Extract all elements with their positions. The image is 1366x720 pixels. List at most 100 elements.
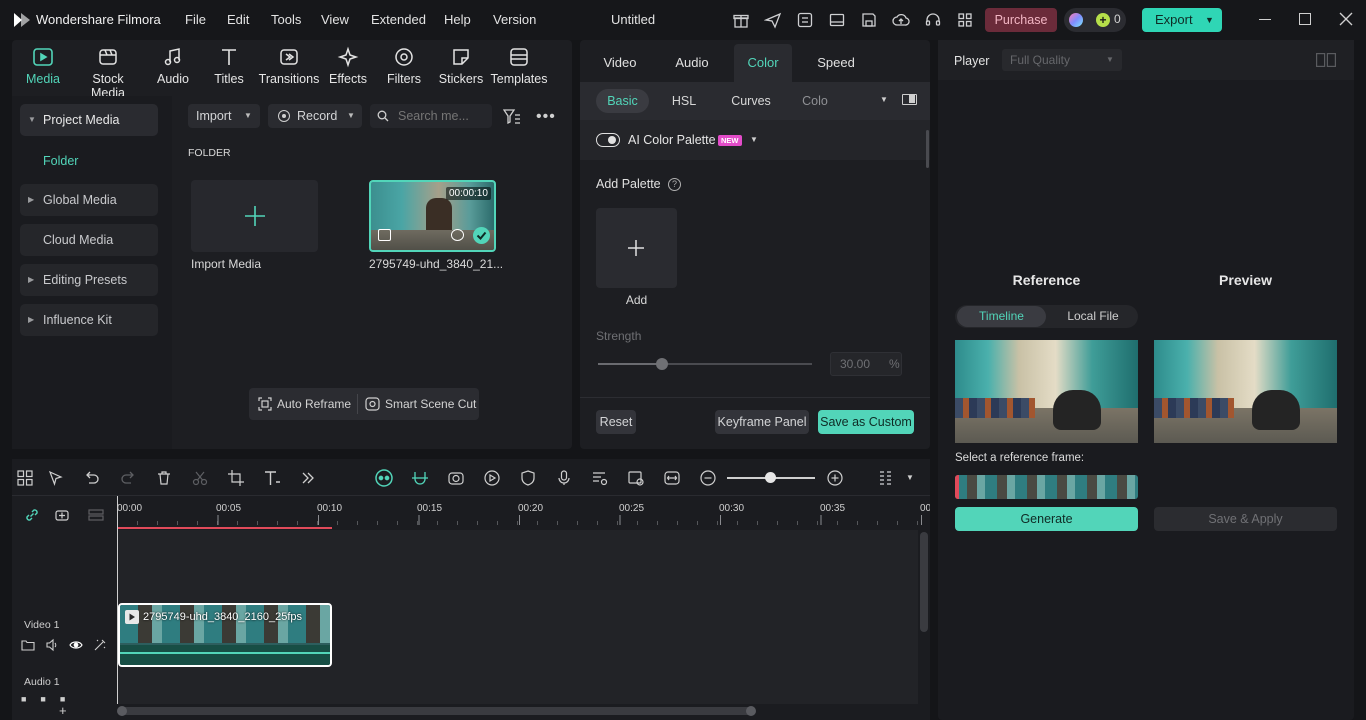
tab-effects[interactable]: Effects [317,46,379,86]
frame-strip-marker[interactable] [955,475,959,499]
sidebar-item-global-media[interactable]: ▶ Global Media [20,184,158,216]
media-clip-thumbnail[interactable]: 00:00:10 [369,180,496,252]
save-and-apply-button[interactable]: Save & Apply [1154,507,1337,531]
tab-timeline[interactable]: Timeline [957,306,1046,327]
keyframe-panel-button[interactable]: Keyframe Panel [715,410,809,434]
tab-audio[interactable]: Audio [142,46,204,86]
more-options-icon[interactable]: ••• [536,108,556,126]
import-dropdown[interactable]: Import ▼ [188,104,260,128]
tab-filters[interactable]: Filters [373,46,435,86]
timeline-view-icon[interactable] [877,469,895,487]
tab-stock-media[interactable]: Stock Media [77,46,139,100]
apps-grid-icon[interactable] [956,11,974,29]
menu-edit[interactable]: Edit [227,0,249,40]
reference-frame-strip[interactable] [955,475,1138,499]
tab-video[interactable]: Video [597,55,643,71]
link-icon[interactable] [24,507,38,521]
vertical-scrollbar[interactable] [918,530,930,704]
fit-timeline-icon[interactable] [663,469,681,487]
tab-titles[interactable]: Titles [198,46,260,86]
close-icon[interactable] [1338,11,1354,27]
add-track-plus-icon[interactable]: + [59,703,67,718]
cloud-upload-icon[interactable] [892,11,910,29]
smart-scene-cut-button[interactable]: Smart Scene Cut [365,395,476,413]
zoom-in-icon[interactable] [826,469,844,487]
split-view-icon[interactable] [902,94,917,105]
speed-icon[interactable] [483,469,501,487]
subtab-curves[interactable]: Curves [726,91,776,111]
tab-transitions[interactable]: Transitions [258,46,320,86]
vertical-scrollbar-thumb[interactable] [920,532,928,632]
dropdown-arrow-icon[interactable]: ▼ [750,135,758,144]
track-manager-icon[interactable] [88,507,104,521]
tab-templates[interactable]: Templates [488,46,550,86]
save-as-custom-button[interactable]: Save as Custom [818,410,914,434]
layout-grid-icon[interactable] [16,469,34,487]
search-input[interactable] [398,107,486,125]
strength-value-field[interactable]: 30.00 % [830,352,902,376]
send-icon[interactable] [764,11,782,29]
import-media-tile[interactable] [191,180,318,252]
menu-extended[interactable]: Extended [371,0,426,40]
generate-button[interactable]: Generate [955,507,1138,531]
menu-help[interactable]: Help [444,0,471,40]
add-track-icon[interactable] [55,507,69,521]
microphone-icon[interactable] [555,469,573,487]
tab-stickers[interactable]: Stickers [430,46,492,86]
checklist-icon[interactable] [796,11,814,29]
audio-mix-icon[interactable] [591,469,609,487]
support-headset-icon[interactable] [924,11,942,29]
keyframe-camera-icon[interactable] [447,469,465,487]
magnet-snap-icon[interactable] [411,469,429,487]
folder-lock-icon[interactable] [21,638,35,652]
reset-button[interactable]: Reset [596,410,636,434]
redo-icon[interactable] [119,469,137,487]
zoom-slider[interactable] [727,472,815,484]
tab-local-file[interactable]: Local File [1050,306,1136,327]
filter-icon[interactable] [503,109,521,125]
chevron-down-icon[interactable]: ▼ [906,473,914,482]
scroll-handle-left[interactable] [117,706,127,716]
props-scrollbar[interactable] [926,130,929,168]
tab-audio-props[interactable]: Audio [669,55,715,71]
help-icon[interactable]: ? [668,178,681,191]
video-clip[interactable]: 2795749-uhd_3840_2160_25fps [118,603,332,667]
maximize-icon[interactable] [1299,13,1311,25]
scissors-icon[interactable] [191,469,209,487]
marker-shield-icon[interactable] [519,469,537,487]
record-dropdown[interactable]: Record ▼ [268,104,362,128]
menu-tools[interactable]: Tools [271,0,301,40]
sidebar-item-folder[interactable]: Folder [43,154,78,168]
crop-icon[interactable] [227,469,245,487]
layout-icon[interactable] [828,11,846,29]
zoom-slider-thumb[interactable] [765,472,776,483]
compare-view-icon[interactable] [1316,53,1336,67]
eye-icon[interactable] [69,638,83,652]
add-palette-tile[interactable] [596,208,677,288]
speaker-icon[interactable] [45,638,59,652]
playhead-line[interactable] [117,496,118,704]
magic-edit-icon[interactable] [93,638,107,652]
sidebar-item-editing-presets[interactable]: ▶ Editing Presets [20,264,158,296]
sidebar-item-cloud-media[interactable]: Cloud Media [20,224,158,256]
horizontal-scrollbar-thumb[interactable] [119,707,755,715]
ai-palette-toggle[interactable] [596,133,620,147]
credits-pill[interactable]: + 0 [1064,8,1126,32]
horizontal-scrollbar[interactable] [117,704,930,718]
auto-enhance-icon[interactable] [627,469,645,487]
subtab-basic[interactable]: Basic [596,91,649,111]
sidebar-item-influence-kit[interactable]: ▶ Influence Kit [20,304,158,336]
ai-assistant-icon[interactable] [374,469,393,487]
export-button[interactable]: Export ▼ [1142,8,1222,32]
tab-media[interactable]: Media [12,46,74,86]
purchase-button[interactable]: Purchase [985,8,1057,32]
subtab-hsl[interactable]: HSL [664,91,704,111]
subtab-color[interactable]: Colo [800,91,830,111]
menu-view[interactable]: View [321,0,349,40]
tab-speed[interactable]: Speed [813,55,859,71]
menu-file[interactable]: File [185,0,206,40]
strength-slider-thumb[interactable] [656,358,668,370]
chevron-down-icon[interactable]: ▼ [880,95,888,104]
select-cursor-icon[interactable] [47,469,65,487]
sidebar-item-project-media[interactable]: ▼ Project Media [20,104,158,136]
